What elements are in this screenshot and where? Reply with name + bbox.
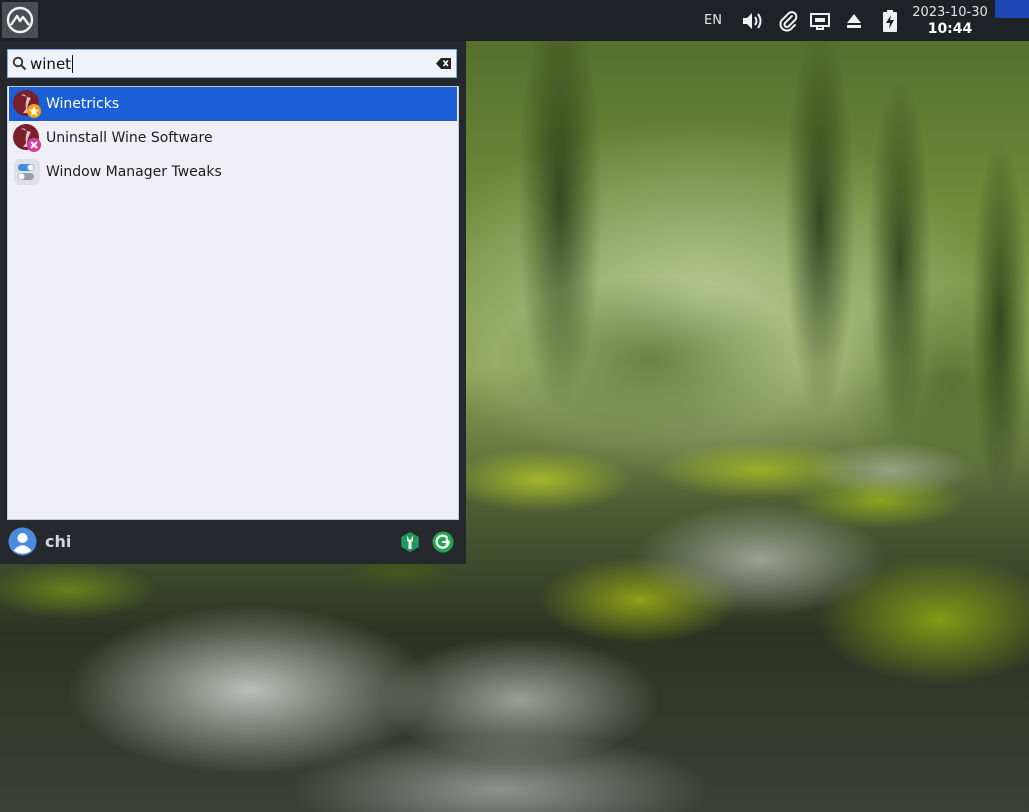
clear-search-icon[interactable] [436,57,452,70]
clock[interactable]: 2023-10-30 10:44 [908,0,992,41]
result-window-manager-tweaks[interactable]: Window Manager Tweaks [9,155,457,189]
search-icon [12,56,27,71]
wine-uninstall-icon [12,123,42,153]
volume-icon [743,12,762,29]
top-panel: EN 2023-10-30 10:44 [0,0,1029,41]
result-uninstall-wine-software[interactable]: Uninstall Wine Software [9,121,457,155]
clock-date: 2023-10-30 [912,4,988,20]
menu-footer: chi [0,523,466,564]
result-winetricks[interactable]: Winetricks [9,87,457,121]
settings-manager-icon[interactable] [399,531,421,553]
username: chi [45,532,72,551]
eject-button[interactable] [840,0,868,41]
whisker-menu-button[interactable] [2,2,38,38]
language-label: EN [704,13,722,28]
search-results-list: Winetricks Uninstall Wine Software Windo… [7,86,459,520]
search-input[interactable]: winet [7,49,457,78]
toggle-settings-icon [12,157,42,187]
volume-button[interactable] [738,0,766,41]
text-caret [72,55,73,73]
search-query: winet [30,55,72,73]
result-label: Winetricks [46,96,120,112]
winetricks-icon [12,89,42,119]
battery-indicator[interactable] [876,0,904,41]
clipboard-button[interactable] [774,0,802,41]
keyboard-layout-indicator[interactable]: EN [698,0,728,41]
result-label: Uninstall Wine Software [46,130,213,146]
eject-icon [847,13,861,28]
whisker-menu-logo-icon [6,6,34,34]
user-avatar-icon[interactable] [8,527,37,556]
network-icon [810,12,830,30]
battery-charging-icon [883,9,897,32]
workspace-indicator[interactable] [995,0,1029,18]
clock-time: 10:44 [927,20,973,37]
logout-icon[interactable] [432,531,454,553]
clipboard-icon [779,10,798,32]
result-label: Window Manager Tweaks [46,164,222,180]
network-button[interactable] [806,0,834,41]
application-menu: winet Winetricks Uninstall Wine Software… [0,41,466,564]
